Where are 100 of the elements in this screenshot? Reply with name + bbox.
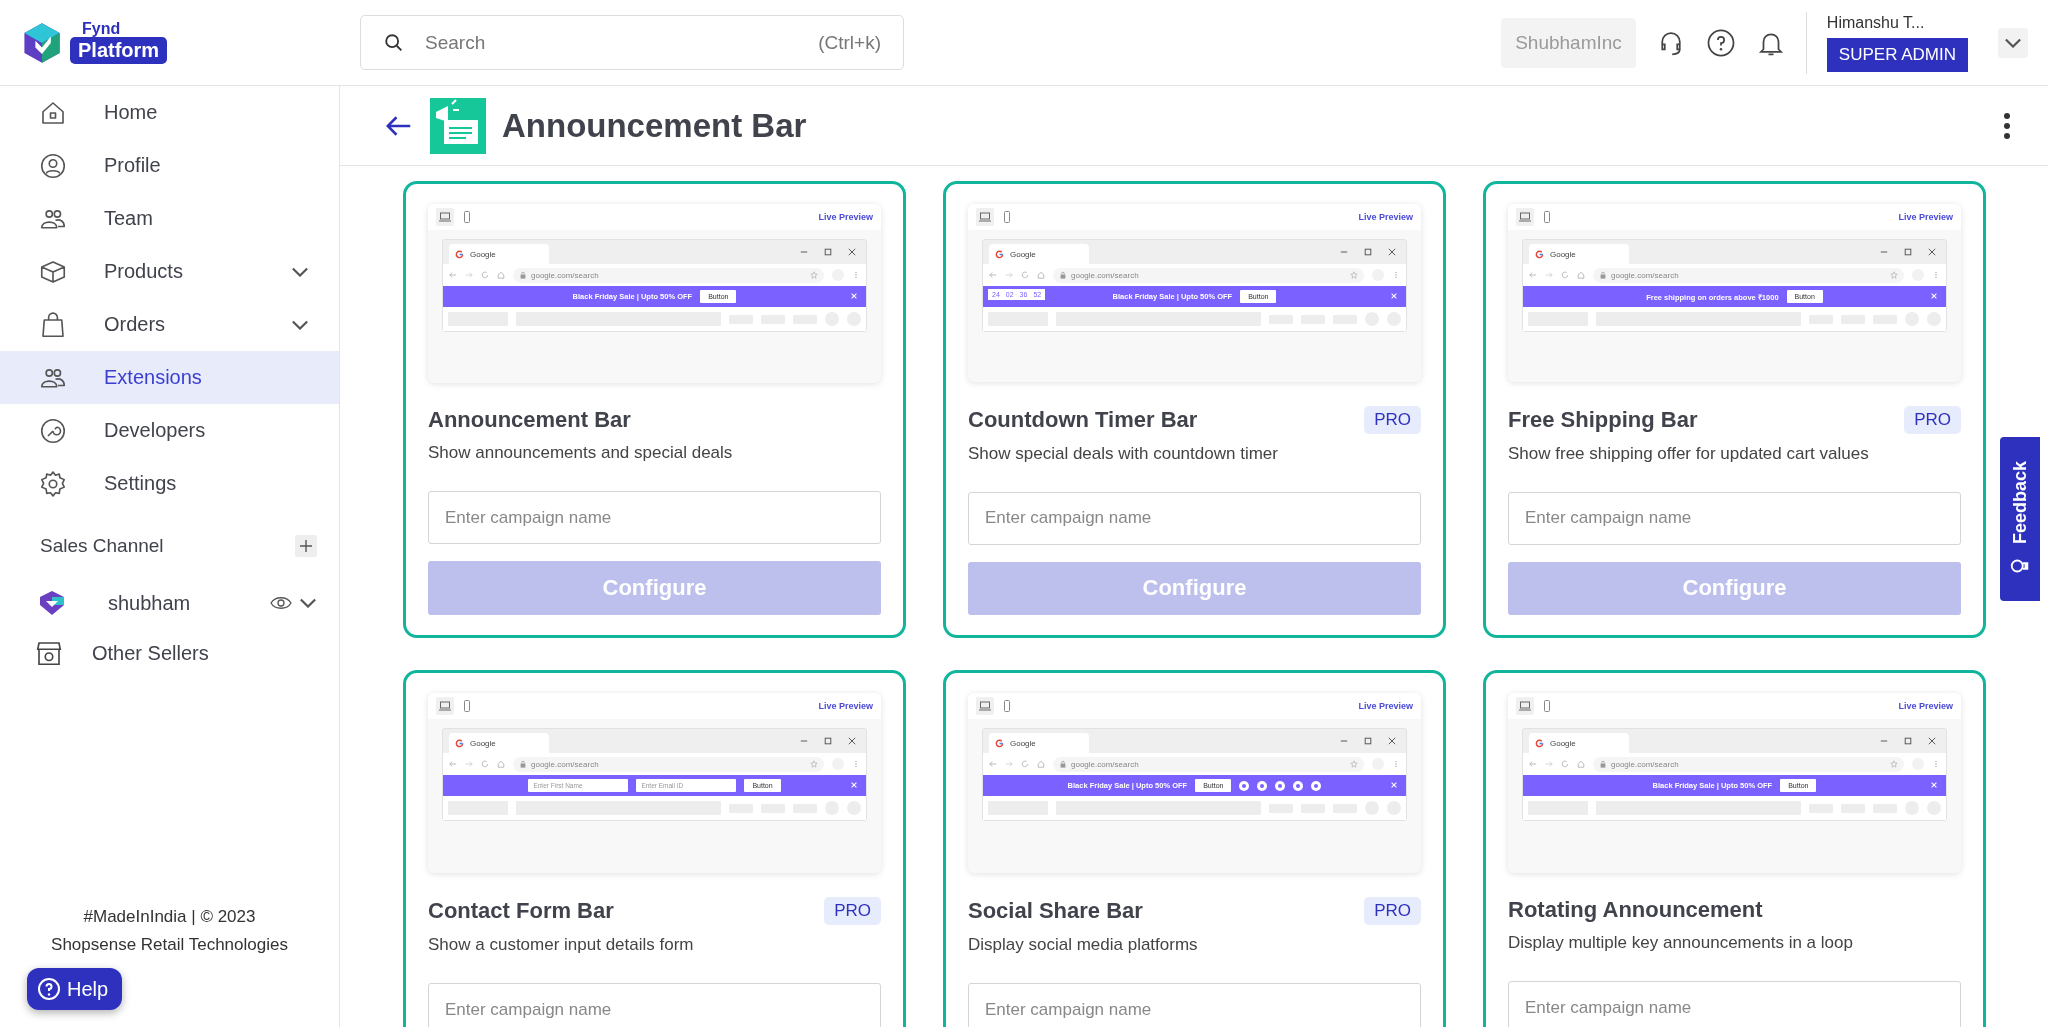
help-icon[interactable] bbox=[1705, 27, 1736, 58]
search-input[interactable]: Search bbox=[423, 30, 801, 55]
channel-logo-icon bbox=[38, 589, 66, 617]
social-icon[interactable] bbox=[1275, 780, 1286, 791]
more-icon[interactable] bbox=[2002, 110, 2012, 141]
reload-icon bbox=[481, 271, 489, 279]
back-icon bbox=[449, 271, 457, 279]
tab-title: Google bbox=[1550, 249, 1576, 259]
live-preview-link[interactable]: Live Preview bbox=[818, 701, 873, 711]
lock-icon bbox=[1599, 760, 1607, 768]
forward-icon bbox=[1005, 271, 1013, 279]
home-icon bbox=[1577, 760, 1585, 768]
laptop-icon[interactable] bbox=[1518, 699, 1532, 713]
account-dropdown[interactable] bbox=[1998, 27, 2028, 58]
laptop-icon[interactable] bbox=[438, 699, 452, 713]
minimize-icon bbox=[1880, 248, 1888, 256]
back-icon bbox=[1529, 271, 1537, 279]
back-icon bbox=[989, 271, 997, 279]
google-icon bbox=[995, 738, 1004, 748]
url-text: google.com/search bbox=[1611, 270, 1679, 280]
campaign-name-field[interactable]: Enter campaign name bbox=[1508, 981, 1961, 1027]
star-icon bbox=[1350, 271, 1358, 279]
star-icon bbox=[810, 271, 818, 279]
chevron-icon bbox=[291, 266, 309, 277]
reload-icon bbox=[481, 760, 489, 768]
chevron-icon bbox=[299, 598, 317, 608]
maximize-icon bbox=[1364, 737, 1372, 745]
forward-icon bbox=[1005, 760, 1013, 768]
laptop-icon[interactable] bbox=[438, 210, 452, 224]
add-button[interactable] bbox=[295, 535, 317, 557]
help-button[interactable]: Help bbox=[27, 968, 123, 1010]
sidebar-item[interactable]: Products bbox=[0, 245, 339, 298]
pro-badge: PRO bbox=[1904, 406, 1961, 435]
card-description: Show special deals with countdown timer bbox=[968, 444, 1279, 465]
tab-title: Google bbox=[470, 738, 496, 748]
close-icon bbox=[850, 292, 858, 300]
feedback-tab[interactable]: Feedback bbox=[2000, 437, 2040, 601]
star-icon bbox=[810, 760, 818, 768]
social-icon[interactable] bbox=[1239, 780, 1250, 791]
url-text: google.com/search bbox=[1611, 759, 1679, 769]
forward-icon bbox=[465, 271, 473, 279]
close-icon bbox=[850, 781, 858, 789]
lock-icon bbox=[1059, 271, 1067, 279]
live-preview-link[interactable]: Live Preview bbox=[1898, 701, 1953, 711]
brand-name: Fynd bbox=[82, 21, 121, 37]
megaphone-icon bbox=[430, 97, 486, 154]
campaign-name-field[interactable]: Enter campaign name bbox=[428, 983, 881, 1027]
user-name: Himanshu T... bbox=[1826, 13, 1925, 32]
close-icon bbox=[1388, 248, 1396, 256]
url-text: google.com/search bbox=[531, 270, 599, 280]
sidebar-item[interactable]: Extensions bbox=[0, 351, 339, 404]
campaign-name-field[interactable]: Enter campaign name bbox=[968, 983, 1421, 1027]
sidebar-item[interactable]: Settings bbox=[0, 457, 339, 510]
minimize-icon bbox=[800, 737, 808, 745]
sidebar-item[interactable]: Developers bbox=[0, 404, 339, 457]
laptop-icon[interactable] bbox=[978, 210, 992, 224]
tab-title: Google bbox=[1010, 249, 1036, 259]
sidebar-item[interactable]: Home bbox=[0, 86, 339, 139]
laptop-icon[interactable] bbox=[978, 699, 992, 713]
chevron-icon bbox=[291, 319, 309, 330]
more-icon bbox=[852, 271, 860, 279]
social-icon[interactable] bbox=[1257, 780, 1268, 791]
live-preview-link[interactable]: Live Preview bbox=[1358, 701, 1413, 711]
close-icon bbox=[1390, 781, 1398, 789]
home-icon bbox=[1037, 271, 1045, 279]
laptop-icon[interactable] bbox=[1518, 210, 1532, 224]
settings-icon bbox=[38, 468, 68, 499]
back-icon bbox=[1529, 760, 1537, 768]
close-icon bbox=[1930, 292, 1938, 300]
reload-icon bbox=[1561, 760, 1569, 768]
star-icon bbox=[1890, 760, 1898, 768]
sidebar-item[interactable]: Orders bbox=[0, 298, 339, 351]
channel-item[interactable]: shubham bbox=[0, 576, 339, 630]
maximize-icon bbox=[1364, 248, 1372, 256]
brand-badge: Platform bbox=[70, 37, 168, 64]
pro-badge: PRO bbox=[1364, 406, 1421, 435]
footer-text: #MadeInIndia | © 2023 bbox=[83, 907, 256, 927]
url-text: google.com/search bbox=[1071, 759, 1139, 769]
sidebar-item[interactable]: Team bbox=[0, 192, 339, 245]
forward-icon bbox=[1545, 271, 1553, 279]
url-text: google.com/search bbox=[1071, 270, 1139, 280]
card-title: Countdown Timer Bar bbox=[968, 407, 1198, 434]
sidebar-item[interactable]: Profile bbox=[0, 139, 339, 192]
card-title: Free Shipping Bar bbox=[1508, 407, 1698, 434]
card-description: Display social media platforms bbox=[968, 935, 1199, 955]
minimize-icon bbox=[1340, 248, 1348, 256]
tab-title: Google bbox=[470, 249, 496, 259]
lock-icon bbox=[519, 760, 527, 768]
google-icon bbox=[455, 249, 464, 259]
url-text: google.com/search bbox=[531, 759, 599, 769]
social-icon[interactable] bbox=[1311, 780, 1322, 791]
more-icon bbox=[1392, 271, 1400, 279]
search-icon bbox=[383, 31, 405, 54]
star-icon bbox=[1350, 760, 1358, 768]
sidebar-item[interactable]: Other Sellers bbox=[0, 630, 339, 676]
card-title: Social Share Bar bbox=[968, 898, 1143, 924]
search-field[interactable]: Search (Ctrl+k) bbox=[360, 15, 904, 70]
role-badge: SUPER ADMIN bbox=[1826, 37, 1968, 72]
social-icon[interactable] bbox=[1293, 780, 1304, 791]
card-description: Display multiple key announcements in a loop bbox=[1508, 933, 1854, 953]
